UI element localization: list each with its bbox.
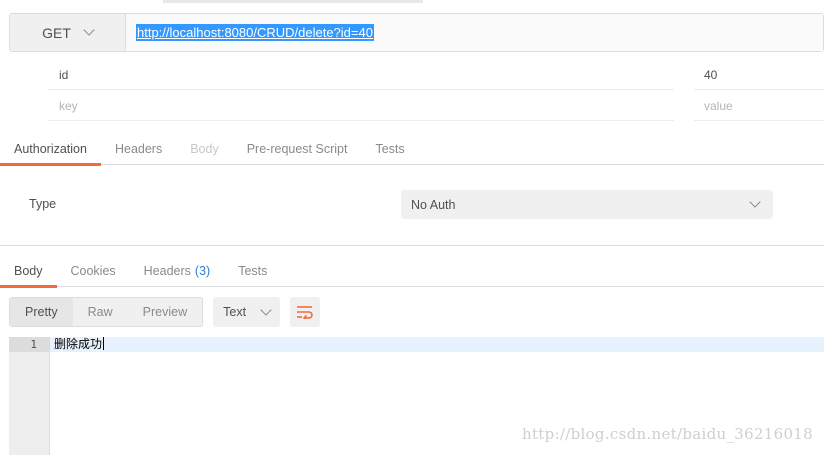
tab-response-headers[interactable]: Headers (3) xyxy=(130,254,225,287)
window-top-strip xyxy=(0,0,824,4)
tab-authorization[interactable]: Authorization xyxy=(0,132,101,166)
param-value-placeholder-input[interactable]: value xyxy=(694,91,824,121)
tab-cookies[interactable]: Cookies xyxy=(57,254,130,287)
view-raw-button[interactable]: Raw xyxy=(73,298,128,326)
format-label: Text xyxy=(223,305,247,319)
code-line-text: 删除成功 xyxy=(54,337,103,351)
wrap-lines-button[interactable] xyxy=(290,297,321,327)
line-number: 1 xyxy=(9,337,50,352)
tab-tests[interactable]: Tests xyxy=(361,132,418,165)
text-caret xyxy=(103,337,105,350)
tab-response-tests[interactable]: Tests xyxy=(224,254,281,287)
response-toolbar: Pretty Raw Preview Text xyxy=(9,297,321,327)
method-label: GET xyxy=(42,24,71,41)
param-key-input[interactable]: id xyxy=(48,60,674,90)
headers-count-badge: (3) xyxy=(194,263,211,278)
request-tabs: Authorization Headers Body Pre-request S… xyxy=(0,132,824,166)
tab-headers[interactable]: Headers xyxy=(101,132,176,165)
format-select[interactable]: Text xyxy=(213,297,281,327)
param-row: id 40 xyxy=(0,60,824,91)
tab-pre-request-script[interactable]: Pre-request Script xyxy=(233,132,362,165)
url-input[interactable]: http://localhost:8080/CRUD/delete?id=40 xyxy=(126,14,823,51)
auth-type-value: No Auth xyxy=(411,197,456,212)
view-mode-group: Pretty Raw Preview xyxy=(9,297,204,327)
watermark: http://blog.csdn.net/baidu_36216018 xyxy=(522,425,813,443)
auth-type-select[interactable]: No Auth xyxy=(401,190,773,219)
param-value-input[interactable]: 40 xyxy=(694,60,824,90)
code-line: 删除成功 xyxy=(54,337,105,352)
tab-body[interactable]: Body xyxy=(176,132,233,165)
param-row-empty: key value xyxy=(0,91,824,122)
param-key-placeholder-input[interactable]: key xyxy=(48,91,674,121)
view-preview-button[interactable]: Preview xyxy=(128,298,202,326)
chevron-down-icon xyxy=(83,24,95,36)
tab-response-body[interactable]: Body xyxy=(0,254,57,288)
chevron-down-icon xyxy=(749,196,761,208)
line-gutter xyxy=(9,337,50,455)
request-bar: GET http://localhost:8080/CRUD/delete?id… xyxy=(9,13,824,52)
url-text: http://localhost:8080/CRUD/delete?id=40 xyxy=(136,24,374,41)
view-pretty-button[interactable]: Pretty xyxy=(10,298,73,326)
auth-type-label: Type xyxy=(29,197,57,211)
method-select[interactable]: GET xyxy=(10,14,126,51)
active-line-highlight xyxy=(50,337,824,352)
tab-response-headers-label: Headers xyxy=(143,263,191,278)
open-tab-indicator xyxy=(163,0,423,3)
chevron-down-icon xyxy=(260,303,272,316)
response-tabs: Body Cookies Headers (3) Tests xyxy=(0,254,824,288)
params-table: id 40 key value xyxy=(0,60,824,122)
wrap-lines-icon xyxy=(297,306,313,319)
auth-panel: Type No Auth xyxy=(0,165,824,246)
